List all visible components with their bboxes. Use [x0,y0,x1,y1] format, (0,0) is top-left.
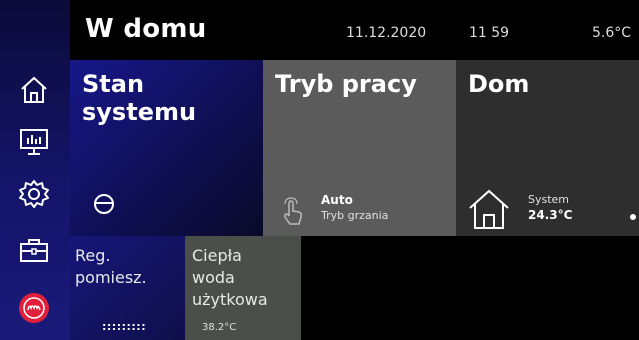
tile-home-title: Dom [468,70,530,98]
tile-operating-mode[interactable]: Tryb pracy Auto Tryb grzania [263,60,456,236]
tile-system-status[interactable]: Stan systemu [70,60,263,236]
tile-system-status-title-line2: systemu [82,98,197,126]
tile-system-status-title-line1: Stan [82,70,145,98]
compressor-icon [94,194,114,214]
chart-monitor-icon [20,129,48,155]
home-icon [21,76,47,103]
brand-logo-icon [19,293,49,323]
sidebar-item-settings[interactable] [16,176,52,212]
toolbox-icon [20,239,48,262]
gear-icon [19,180,49,208]
sidebar-item-statistics[interactable] [16,124,52,160]
outdoor-temperature: 5.6°C [592,25,632,41]
mode-value: Auto [321,193,353,207]
tile-room-control-line2: pomiesz. [75,268,147,287]
hot-water-temperature: 38.2°C [202,322,237,333]
sidebar-item-service[interactable] [16,232,52,268]
room-control-dots: ::::::::: [102,320,147,333]
tile-hot-water-line3: użytkowa [192,290,268,309]
home-system-label: System [528,193,570,206]
header-bar: W domu 11.12.2020 11 59 5.6°C [70,0,639,60]
tile-operating-mode-title: Tryb pracy [275,70,417,98]
tile-room-control-line1: Reg. [75,246,111,265]
mode-subtitle: Tryb grzania [321,209,389,222]
sidebar-item-brand[interactable] [16,290,52,326]
page-indicator-dot [630,214,636,220]
page-title: W domu [85,14,207,44]
date-display: 11.12.2020 [346,25,427,41]
tile-hot-water-line2: woda [192,268,235,287]
house-icon [469,189,509,229]
sidebar-item-home[interactable] [16,72,52,108]
tile-hot-water-line1: Ciepła [192,246,242,265]
tile-home[interactable]: Dom System 24.3°C [456,60,639,236]
touch-icon [284,197,302,225]
tile-room-control[interactable]: Reg. pomiesz. ::::::::: [70,236,185,340]
time-display: 11 59 [469,25,510,41]
home-system-temperature: 24.3°C [528,208,573,222]
tile-hot-water[interactable]: Ciepła woda użytkowa 38.2°C [185,236,301,340]
sidebar [0,0,70,340]
